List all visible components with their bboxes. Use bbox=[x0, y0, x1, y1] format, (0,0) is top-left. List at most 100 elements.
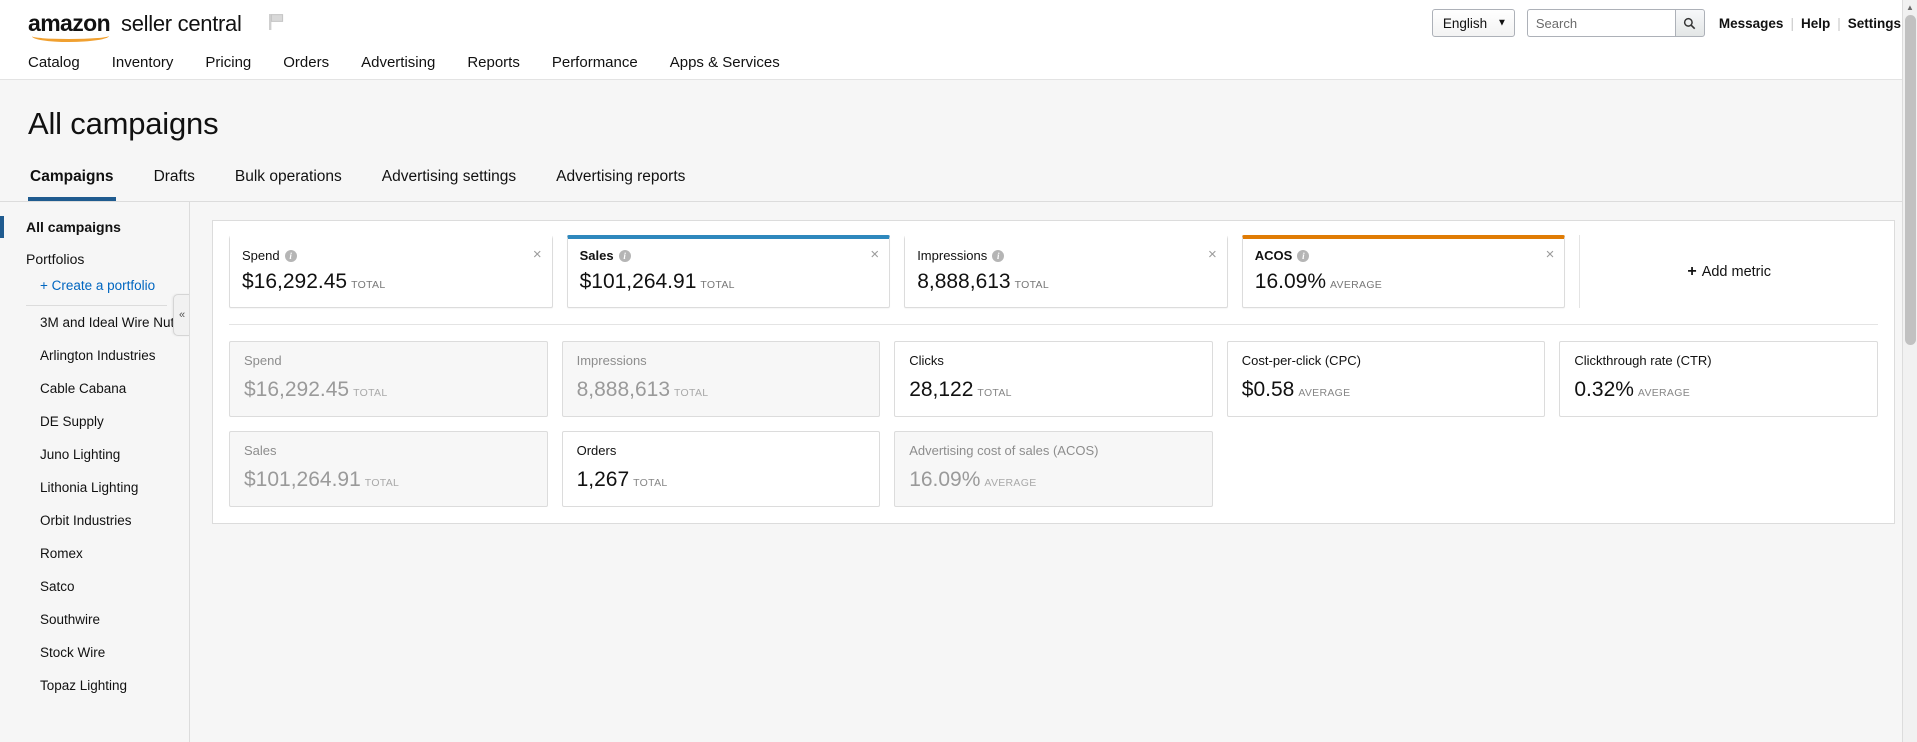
selected-metric-card-spend[interactable]: Spend i $16,292.45 TOTAL × bbox=[229, 235, 553, 308]
selected-metric-card-impressions[interactable]: Impressions i 8,888,613 TOTAL × bbox=[904, 235, 1228, 308]
metric-option-acos: Advertising cost of sales (ACOS) 16.09% A… bbox=[894, 431, 1213, 507]
metric-option-clicks[interactable]: Clicks 28,122 TOTAL bbox=[894, 341, 1213, 417]
sidebar-portfolio-list: 3M and Ideal Wire Nuts Arlington Industr… bbox=[0, 306, 189, 702]
nav-item-orders[interactable]: Orders bbox=[267, 54, 345, 71]
nav-item-apps-services[interactable]: Apps & Services bbox=[654, 54, 796, 71]
info-icon[interactable]: i bbox=[618, 249, 631, 262]
nav-item-inventory[interactable]: Inventory bbox=[96, 54, 190, 71]
metric-option-cpc[interactable]: Cost-per-click (CPC) $0.58 AVERAGE bbox=[1226, 341, 1546, 417]
available-metrics-grid: Spend $16,292.45 TOTAL Impressions 8,888,… bbox=[229, 341, 1878, 507]
flag-icon[interactable] bbox=[268, 13, 285, 31]
close-icon[interactable]: × bbox=[1208, 247, 1217, 262]
search-group bbox=[1526, 9, 1705, 37]
metric-option-impressions: Impressions 8,888,613 TOTAL bbox=[561, 341, 881, 417]
close-icon[interactable]: × bbox=[870, 247, 879, 262]
info-icon[interactable]: i bbox=[992, 249, 1005, 262]
sidebar-section-portfolios[interactable]: Portfolios bbox=[0, 251, 189, 267]
tab-advertising-reports[interactable]: Advertising reports bbox=[554, 164, 687, 201]
language-select[interactable]: English bbox=[1431, 9, 1515, 37]
metric-label: Advertising cost of sales (ACOS) bbox=[909, 443, 1099, 458]
sidebar-item-portfolio[interactable]: Cable Cabana bbox=[0, 372, 189, 405]
metric-value-row: $16,292.45 TOTAL bbox=[244, 378, 533, 402]
sidebar-item-portfolio[interactable]: Topaz Lighting bbox=[0, 669, 189, 702]
page-scrollbar[interactable]: ▲ bbox=[1902, 0, 1917, 742]
scroll-up-arrow[interactable]: ▲ bbox=[1903, 0, 1917, 15]
sidebar-item-all-campaigns[interactable]: All campaigns bbox=[0, 216, 189, 238]
sidebar-item-portfolio[interactable]: Lithonia Lighting bbox=[0, 471, 189, 504]
tab-bar: Campaigns Drafts Bulk operations Adverti… bbox=[28, 164, 1917, 201]
metric-value-row: 16.09% AVERAGE bbox=[909, 468, 1198, 492]
metric-value: 0.32% bbox=[1574, 378, 1634, 401]
nav-item-performance[interactable]: Performance bbox=[536, 54, 654, 71]
nav-item-catalog[interactable]: Catalog bbox=[28, 54, 96, 71]
metrics-panel: Spend i $16,292.45 TOTAL × Sales i $101,2… bbox=[212, 220, 1895, 524]
nav-item-advertising[interactable]: Advertising bbox=[345, 54, 451, 71]
sidebar-item-portfolio[interactable]: Satco bbox=[0, 570, 189, 603]
metric-label: Sales bbox=[579, 248, 614, 263]
close-icon[interactable]: × bbox=[533, 247, 542, 262]
body: All campaigns Portfolios + Create a port… bbox=[0, 202, 1917, 742]
tab-drafts[interactable]: Drafts bbox=[152, 164, 197, 201]
metric-card-header: ACOS i bbox=[1255, 248, 1553, 263]
metric-label: Spend bbox=[242, 248, 280, 263]
metric-unit: TOTAL bbox=[364, 477, 400, 489]
metric-unit: TOTAL bbox=[351, 279, 386, 291]
sidebar-item-portfolio[interactable]: Romex bbox=[0, 537, 189, 570]
settings-link[interactable]: Settings bbox=[1848, 16, 1901, 31]
metric-value: $16,292.45 bbox=[242, 270, 348, 293]
top-bar: amazon seller central English ▼ Messa bbox=[0, 0, 1917, 46]
metric-label: Cost-per-click (CPC) bbox=[1241, 353, 1361, 368]
metric-unit: TOTAL bbox=[977, 387, 1012, 399]
tab-bulk-operations[interactable]: Bulk operations bbox=[233, 164, 344, 201]
metric-value-row: 16.09% AVERAGE bbox=[1255, 270, 1553, 294]
sidebar-item-portfolio[interactable]: 3M and Ideal Wire Nuts bbox=[0, 306, 189, 339]
metric-value: $101,264.91 bbox=[579, 270, 697, 293]
selected-metric-card-acos[interactable]: ACOS i 16.09% AVERAGE × bbox=[1241, 235, 1566, 308]
nav-item-reports[interactable]: Reports bbox=[451, 54, 536, 71]
sidebar-item-portfolio[interactable]: Juno Lighting bbox=[0, 438, 189, 471]
metric-value: 8,888,613 bbox=[917, 270, 1011, 293]
sidebar-item-portfolio[interactable]: Orbit Industries bbox=[0, 504, 189, 537]
selected-metric-card-sales[interactable]: Sales i $101,264.91 TOTAL × bbox=[566, 235, 891, 308]
sidebar-collapse-handle[interactable]: « bbox=[173, 294, 189, 336]
metric-label: Spend bbox=[244, 353, 282, 368]
metric-value: 28,122 bbox=[909, 378, 974, 401]
scrollbar-thumb[interactable] bbox=[1905, 15, 1916, 345]
language-select-wrap: English ▼ bbox=[1431, 9, 1515, 37]
help-link[interactable]: Help bbox=[1801, 16, 1830, 31]
metric-option-spend: Spend $16,292.45 TOTAL bbox=[229, 341, 548, 417]
metric-unit: TOTAL bbox=[700, 279, 735, 291]
sidebar-item-portfolio[interactable]: DE Supply bbox=[0, 405, 189, 438]
amazon-seller-central-logo[interactable]: amazon seller central bbox=[28, 10, 242, 42]
metric-value-row: 1,267 TOTAL bbox=[577, 468, 866, 492]
search-button[interactable] bbox=[1674, 9, 1705, 37]
metric-value-row: 8,888,613 TOTAL bbox=[917, 270, 1215, 294]
info-icon[interactable]: i bbox=[284, 249, 297, 262]
add-metric-button[interactable]: + Add metric bbox=[1579, 235, 1878, 308]
content-area: Spend i $16,292.45 TOTAL × Sales i $101,2… bbox=[190, 202, 1917, 742]
tab-advertising-settings[interactable]: Advertising settings bbox=[380, 164, 518, 201]
logo-seller-central-text: seller central bbox=[121, 10, 242, 36]
nav-item-pricing[interactable]: Pricing bbox=[189, 54, 267, 71]
metric-option-orders[interactable]: Orders 1,267 TOTAL bbox=[561, 431, 881, 507]
metric-label: Clickthrough rate (CTR) bbox=[1574, 353, 1712, 368]
info-icon[interactable]: i bbox=[1297, 249, 1310, 262]
messages-link[interactable]: Messages bbox=[1719, 16, 1784, 31]
sidebar-item-portfolio[interactable]: Stock Wire bbox=[0, 636, 189, 669]
add-metric-label: Add metric bbox=[1701, 263, 1771, 280]
metric-unit: TOTAL bbox=[353, 387, 388, 399]
metric-value-row: 0.32% AVERAGE bbox=[1574, 378, 1863, 402]
sidebar-item-portfolio[interactable]: Southwire bbox=[0, 603, 189, 636]
tab-campaigns[interactable]: Campaigns bbox=[28, 164, 116, 201]
metric-option-ctr[interactable]: Clickthrough rate (CTR) 0.32% AVERAGE bbox=[1559, 341, 1878, 417]
metric-label: Impressions bbox=[576, 353, 647, 368]
selected-metrics-strip: Spend i $16,292.45 TOTAL × Sales i $101,2… bbox=[229, 235, 1878, 308]
metric-value-row: 28,122 TOTAL bbox=[909, 378, 1198, 402]
metric-unit: AVERAGE bbox=[1637, 387, 1691, 399]
sidebar-item-portfolio[interactable]: Arlington Industries bbox=[0, 339, 189, 372]
metric-value-row: 8,888,613 TOTAL bbox=[577, 378, 866, 402]
search-input[interactable] bbox=[1526, 9, 1675, 37]
close-icon[interactable]: × bbox=[1546, 247, 1555, 262]
metric-label: Sales bbox=[244, 443, 277, 458]
create-portfolio-link[interactable]: + Create a portfolio bbox=[0, 278, 189, 293]
